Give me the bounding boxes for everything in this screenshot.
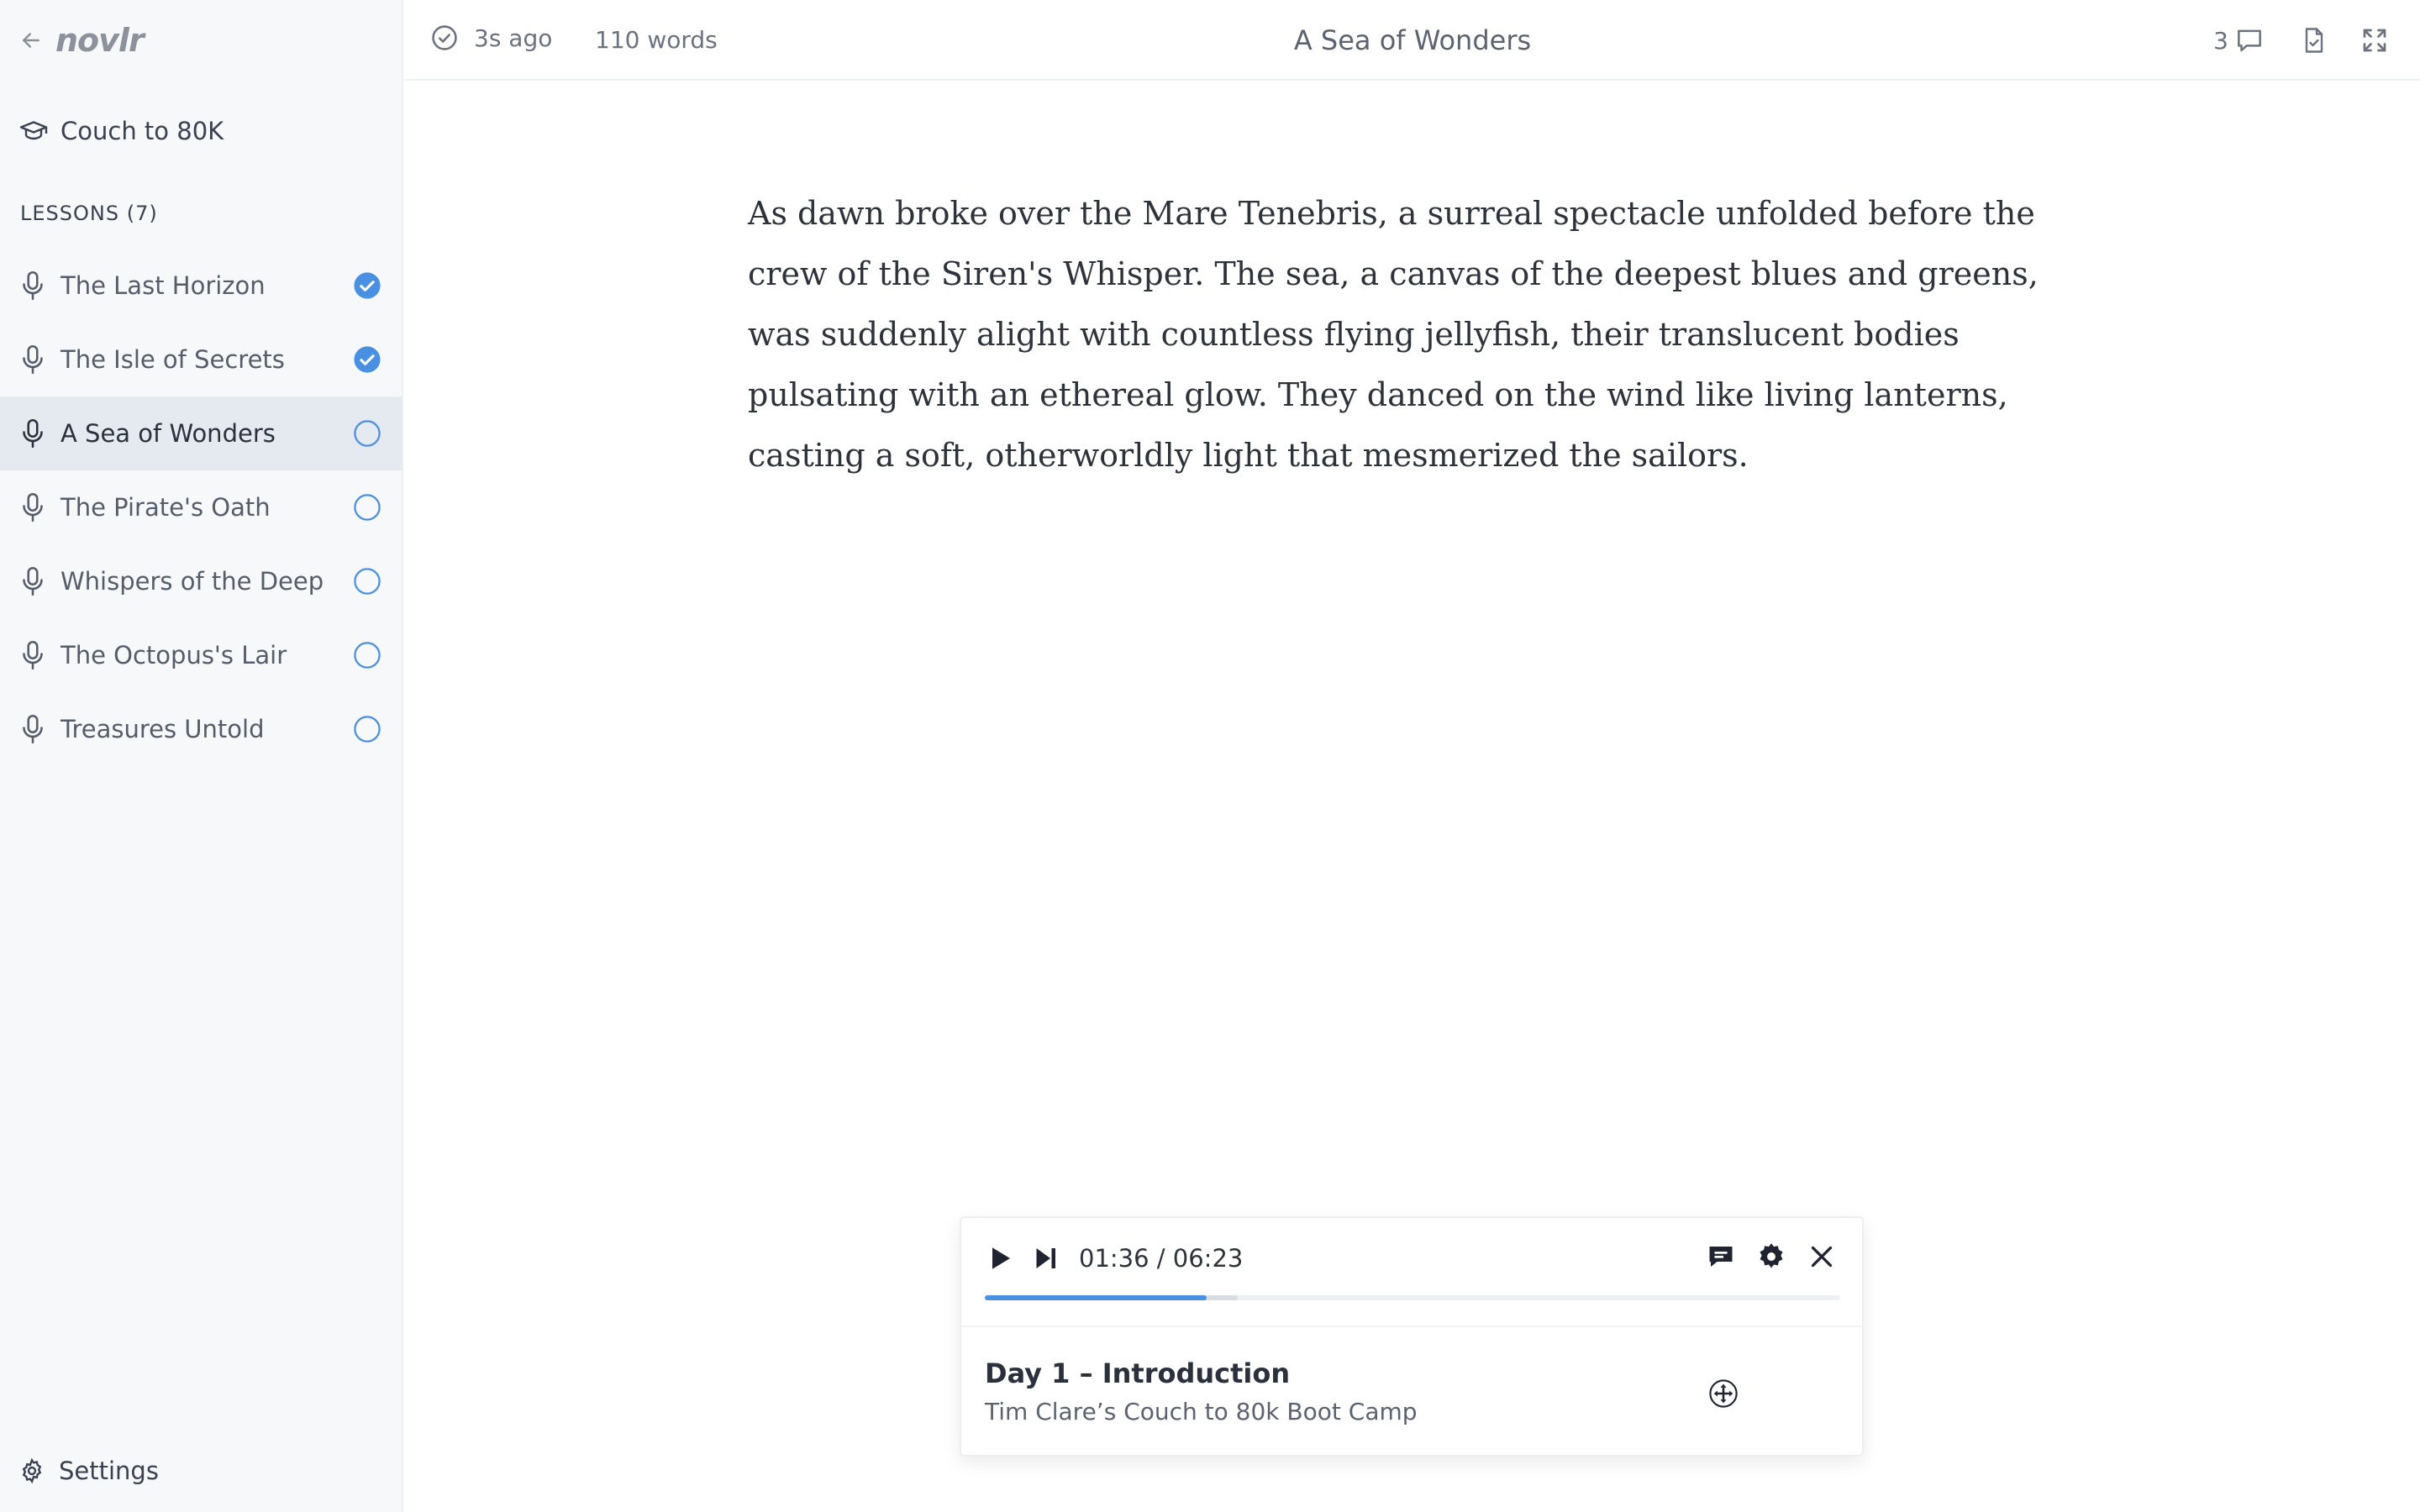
lesson-label: Whispers of the Deep (60, 567, 324, 596)
settings-label: Settings (59, 1457, 159, 1485)
lesson-item[interactable]: The Last Horizon (0, 249, 402, 323)
playback-time: 01:36 / 06:23 (1079, 1244, 1244, 1273)
course-title: Couch to 80K (60, 117, 224, 145)
microphone-icon (23, 714, 43, 744)
empty-circle-icon[interactable] (353, 641, 381, 669)
gear-icon (22, 1457, 42, 1484)
editor-text[interactable]: As dawn broke over the Mare Tenebris, a … (748, 183, 2092, 486)
comment-icon (2238, 29, 2261, 52)
empty-circle-icon[interactable] (353, 715, 381, 743)
play-icon[interactable] (985, 1243, 1015, 1273)
progress-bar (985, 1295, 1207, 1300)
course-link[interactable]: Couch to 80K (18, 113, 224, 150)
top-bar: 3s ago 110 words A Sea of Wonders 3 (405, 0, 2420, 81)
document-title: A Sea of Wonders (1293, 24, 1532, 56)
player-actions (1686, 1242, 1837, 1272)
graduation-cap-icon (19, 121, 48, 140)
brand-logo[interactable]: novlr (55, 22, 145, 59)
back-arrow-icon[interactable] (18, 28, 44, 53)
document-check-icon[interactable] (2299, 25, 2329, 55)
empty-circle-icon[interactable] (353, 493, 381, 522)
progress-track[interactable] (985, 1295, 1840, 1300)
microphone-icon (23, 344, 43, 375)
lesson-item[interactable]: The Pirate's Oath (0, 470, 402, 544)
microphone-icon (23, 566, 43, 596)
episode-title: Day 1 – Introduction (985, 1357, 1291, 1389)
fullscreen-icon[interactable] (2360, 25, 2390, 55)
lesson-item[interactable]: Whispers of the Deep (0, 544, 402, 618)
lesson-item[interactable]: The Octopus's Lair (0, 618, 402, 692)
sidebar: novlr Couch to 80K LESSONS (7) The Last … (0, 0, 403, 1512)
lesson-item[interactable]: A Sea of Wonders (0, 396, 402, 470)
lesson-label: A Sea of Wonders (60, 419, 276, 448)
chat-icon[interactable] (1706, 1242, 1736, 1272)
lesson-label: The Isle of Secrets (60, 345, 285, 374)
move-icon[interactable] (1709, 1379, 1738, 1408)
lessons-heading: LESSONS (7) (20, 202, 158, 225)
comment-count: 3 (2213, 26, 2228, 55)
empty-circle-icon[interactable] (353, 567, 381, 596)
close-icon[interactable] (1807, 1242, 1837, 1272)
lesson-label: The Octopus's Lair (60, 641, 287, 669)
empty-circle-icon[interactable] (353, 419, 381, 448)
lesson-label: The Pirate's Oath (60, 493, 271, 522)
lesson-item[interactable]: Treasures Untold (0, 692, 402, 766)
brand: novlr (18, 22, 145, 59)
audio-player: 01:36 / 06:23 Day 1 – Introduction Tim C… (960, 1216, 1864, 1457)
lesson-label: The Last Horizon (60, 271, 266, 300)
gear-icon[interactable] (1756, 1242, 1786, 1272)
lesson-list: The Last Horizon The Isle of Secrets A Sea… (0, 249, 402, 766)
episode-subtitle: Tim Clare’s Couch to 80k Boot Camp (985, 1398, 1418, 1425)
settings-button[interactable]: Settings (18, 1457, 159, 1485)
top-actions: 3 (2213, 20, 2420, 60)
microphone-icon (23, 270, 43, 301)
microphone-icon (23, 640, 43, 670)
lesson-label: Treasures Untold (60, 715, 265, 743)
player-controls: 01:36 / 06:23 (985, 1238, 1243, 1278)
microphone-icon (23, 492, 43, 522)
microphone-icon (23, 418, 43, 449)
skip-next-icon[interactable] (1030, 1243, 1060, 1273)
check-circle-icon[interactable] (353, 345, 381, 374)
comments-button[interactable]: 3 (2213, 24, 2265, 56)
player-divider (961, 1326, 1862, 1327)
lesson-item[interactable]: The Isle of Secrets (0, 323, 402, 396)
check-circle-icon[interactable] (353, 271, 381, 300)
